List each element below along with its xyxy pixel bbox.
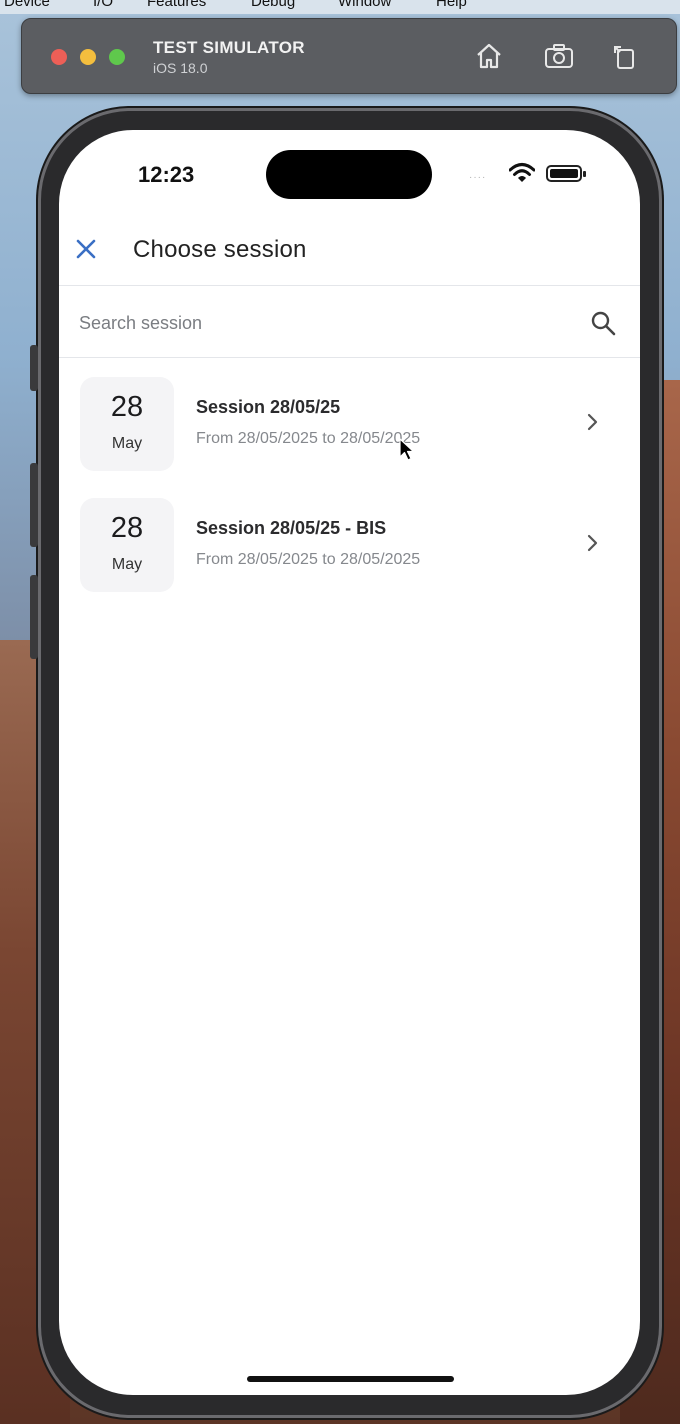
battery-icon <box>546 165 582 182</box>
action-button <box>30 345 38 391</box>
session-list-item[interactable]: 28 May Session 28/05/25 From 28/05/2025 … <box>59 367 640 479</box>
close-icon <box>76 239 96 259</box>
simulator-title-bar: TEST SIMULATOR iOS 18.0 <box>21 18 677 94</box>
chevron-right-icon <box>587 534 598 552</box>
menu-help[interactable]: Help <box>436 0 467 10</box>
date-month: May <box>111 556 143 573</box>
window-zoom-button[interactable] <box>109 49 125 65</box>
phone-screen: 12:23 ···· Choose session 28 <box>59 130 640 1395</box>
close-button[interactable] <box>71 234 101 264</box>
window-close-button[interactable] <box>51 49 67 65</box>
session-date-range: From 28/05/2025 to 28/05/2025 <box>196 551 421 568</box>
mac-menu-bar: Device I/O Features Debug Window Help <box>0 0 680 14</box>
date-day: 28 <box>110 391 144 423</box>
volume-up-button <box>30 463 38 547</box>
session-date-range: From 28/05/2025 to 28/05/2025 <box>196 430 421 447</box>
session-title: Session 28/05/25 - BIS <box>196 518 387 538</box>
battery-cap <box>583 171 586 177</box>
home-icon[interactable] <box>473 41 505 71</box>
session-title: Session 28/05/25 <box>196 397 341 417</box>
date-day: 28 <box>110 512 144 544</box>
session-list-item[interactable]: 28 May Session 28/05/25 - BIS From 28/05… <box>59 488 640 600</box>
simulator-title: TEST SIMULATOR <box>153 38 305 57</box>
status-time: 12:23 <box>138 162 195 187</box>
dynamic-island <box>266 150 432 199</box>
search-icon <box>591 311 616 336</box>
search-input[interactable] <box>79 307 559 339</box>
search-button[interactable] <box>589 309 617 337</box>
date-tile: 28 May <box>80 377 174 471</box>
volume-down-button <box>30 575 38 659</box>
wifi-icon <box>509 163 535 182</box>
home-indicator[interactable] <box>247 1376 454 1382</box>
mouse-cursor-icon <box>399 438 415 461</box>
nav-header: Choose session <box>59 220 640 286</box>
window-minimize-button[interactable] <box>80 49 96 65</box>
chevron-right-icon <box>587 413 598 431</box>
date-tile: 28 May <box>80 498 174 592</box>
rotate-icon[interactable] <box>609 41 641 71</box>
menu-debug[interactable]: Debug <box>251 0 295 10</box>
menu-features[interactable]: Features <box>147 0 206 10</box>
menu-device[interactable]: Device <box>4 0 50 10</box>
menu-io[interactable]: I/O <box>93 0 113 10</box>
date-month: May <box>111 435 143 452</box>
screenshot-icon[interactable] <box>543 41 575 71</box>
page-title: Choose session <box>133 236 307 263</box>
cellular-signal-icon: ···· <box>469 172 487 183</box>
menu-window[interactable]: Window <box>338 0 391 10</box>
simulator-os-version: iOS 18.0 <box>153 60 208 76</box>
search-bar <box>59 287 640 358</box>
